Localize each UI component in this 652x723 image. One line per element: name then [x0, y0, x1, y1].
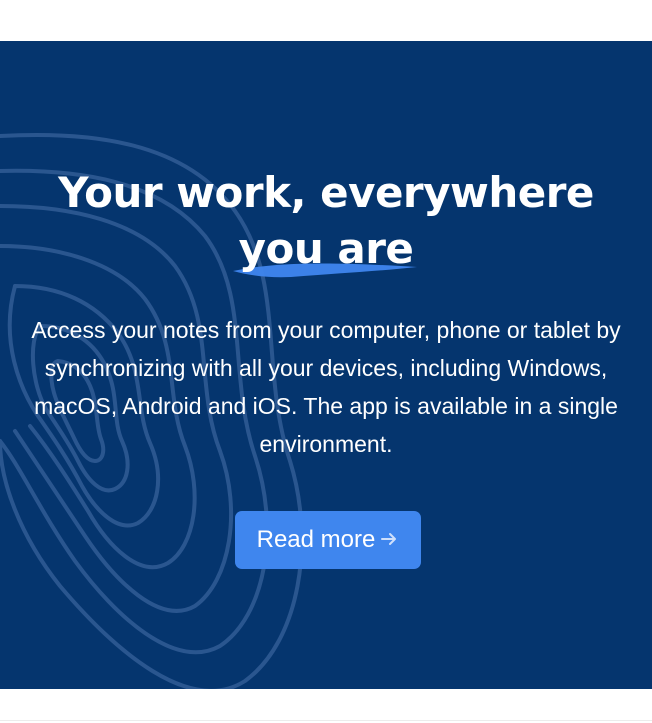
hero-content: Your work, everywhere you are Access you… [0, 41, 652, 689]
hero-title-highlight-line: you are [0, 221, 652, 278]
hero-section: Your work, everywhere you are Access you… [0, 41, 652, 689]
hero-title: Your work, everywhere you are [0, 165, 652, 278]
hero-title-highlight: you are [238, 224, 414, 273]
hero-description: Access your notes from your computer, ph… [31, 317, 621, 457]
read-more-label: Read more [256, 526, 376, 553]
hero-title-line: Your work, everywhere [58, 168, 594, 217]
arrow-right-icon [381, 532, 397, 545]
section-divider [0, 720, 652, 721]
read-more-button[interactable]: Read more [235, 511, 421, 569]
highlight-wrap: you are [232, 221, 417, 278]
page: Your work, everywhere you are Access you… [0, 0, 652, 723]
